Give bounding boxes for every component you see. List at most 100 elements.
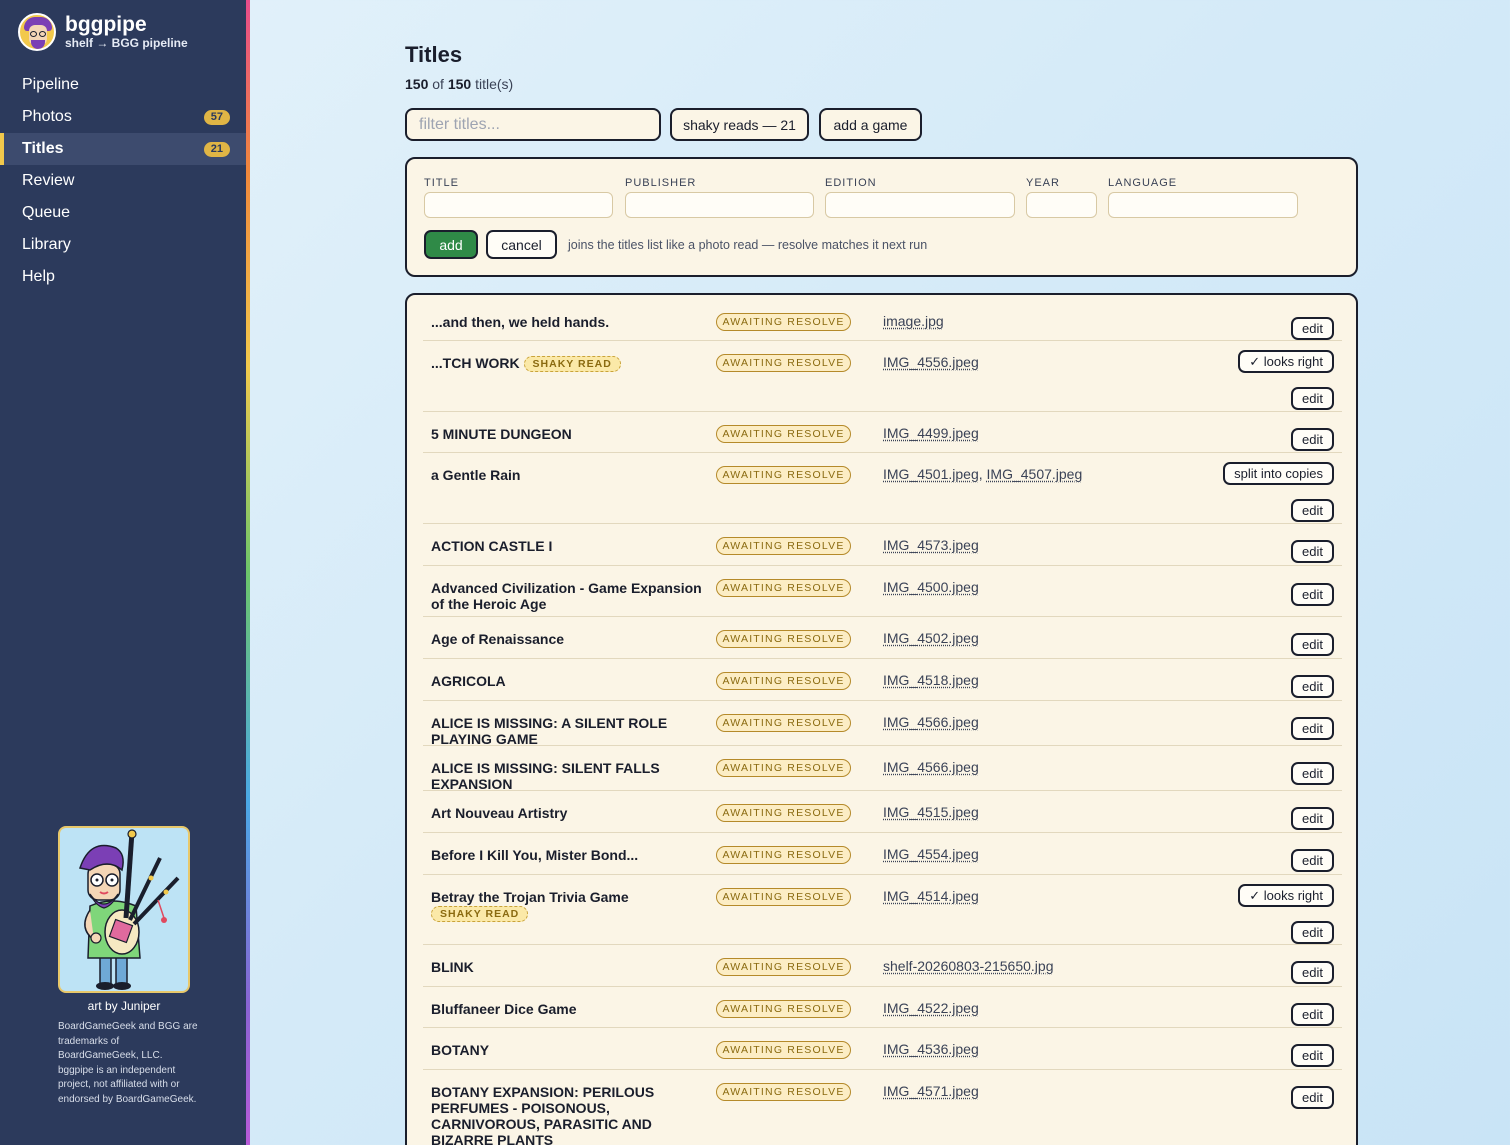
- photo-file-link[interactable]: IMG_4515.jpeg: [883, 804, 979, 820]
- cancel-button[interactable]: cancel: [486, 230, 557, 259]
- sidebar-item-label: Pipeline: [22, 76, 79, 93]
- photo-file-link[interactable]: image.jpg: [883, 313, 944, 329]
- sidebar-item-titles[interactable]: Titles 21: [0, 133, 246, 165]
- photo-file-link[interactable]: IMG_4566.jpeg: [883, 714, 979, 730]
- photo-file-link[interactable]: IMG_4566.jpeg: [883, 759, 979, 775]
- count-shown: 150: [405, 76, 429, 92]
- bagpiper-illustration: [79, 829, 180, 990]
- publisher-field[interactable]: [625, 192, 814, 218]
- edition-field[interactable]: [825, 192, 1015, 218]
- row-title: Bluffaneer Dice Game: [431, 1001, 706, 1017]
- looks-right-button[interactable]: ✓ looks right: [1238, 884, 1334, 907]
- trademark-notice: BoardGameGeek and BGG are trademarks of …: [58, 1021, 198, 1105]
- photo-file-link[interactable]: shelf-20260803-215650.jpg: [883, 958, 1053, 974]
- table-row: Betray the Trojan Trivia Game SHAKY READ A…: [423, 875, 1342, 945]
- titles-list: ...and then, we held hands. AWAITING RESO…: [405, 293, 1358, 1145]
- title-text: a Gentle Rain: [431, 467, 521, 483]
- sidebar-item-pipeline[interactable]: Pipeline: [0, 69, 246, 101]
- sidebar-item-label: Review: [22, 172, 75, 189]
- edit-button[interactable]: edit: [1291, 499, 1334, 522]
- photo-file-link[interactable]: IMG_4522.jpeg: [883, 1000, 979, 1016]
- photo-file-link[interactable]: IMG_4502.jpeg: [883, 630, 979, 646]
- rainbow-divider: [246, 0, 250, 1145]
- edit-button[interactable]: edit: [1291, 633, 1334, 656]
- row-title: ALICE IS MISSING: SILENT FALLS EXPANSION: [431, 760, 706, 792]
- table-row: ...and then, we held hands. AWAITING RESO…: [423, 300, 1342, 341]
- sidebar-item-queue[interactable]: Queue: [0, 197, 246, 229]
- title-text: Bluffaneer Dice Game: [431, 1001, 577, 1017]
- photo-file-link[interactable]: IMG_4536.jpeg: [883, 1041, 979, 1057]
- table-row: Bluffaneer Dice Game AWAITING RESOLVE IMG_…: [423, 987, 1342, 1028]
- photo-file-link[interactable]: IMG_4499.jpeg: [883, 425, 979, 441]
- title-field[interactable]: [424, 192, 613, 218]
- row-title: 5 MINUTE DUNGEON: [431, 426, 706, 442]
- page-title: Titles: [405, 42, 463, 67]
- sidebar-item-review[interactable]: Review: [0, 165, 246, 197]
- photo-file-link[interactable]: IMG_4571.jpeg: [883, 1083, 979, 1099]
- edit-button[interactable]: edit: [1291, 961, 1334, 984]
- title-text: ACTION CASTLE I: [431, 538, 553, 554]
- sidebar-item-photos[interactable]: Photos 57: [0, 101, 246, 133]
- title-text: Age of Renaissance: [431, 631, 565, 647]
- row-title: ...and then, we held hands.: [431, 314, 706, 330]
- looks-right-button[interactable]: ✓ looks right: [1238, 350, 1334, 373]
- filter-titles-input[interactable]: [405, 108, 661, 141]
- title-text: 5 MINUTE DUNGEON: [431, 426, 572, 442]
- edit-button[interactable]: edit: [1291, 717, 1334, 740]
- edit-button[interactable]: edit: [1291, 921, 1334, 944]
- photo-file-link[interactable]: IMG_4501.jpeg: [883, 466, 979, 482]
- edit-button[interactable]: edit: [1291, 540, 1334, 563]
- row-files: IMG_4501.jpeg, IMG_4507.jpeg: [883, 466, 1083, 482]
- table-row: 5 MINUTE DUNGEON AWAITING RESOLVE IMG_4499…: [423, 412, 1342, 453]
- photo-file-link[interactable]: IMG_4518.jpeg: [883, 672, 979, 688]
- shaky-reads-button[interactable]: shaky reads — 21: [670, 108, 809, 141]
- status-badge: AWAITING RESOLVE: [716, 537, 851, 555]
- split-into-copies-button[interactable]: split into copies: [1223, 462, 1334, 485]
- avatar: [18, 13, 56, 51]
- status-badge: AWAITING RESOLVE: [716, 1083, 851, 1101]
- photo-file-link[interactable]: IMG_4573.jpeg: [883, 537, 979, 553]
- add-game-button[interactable]: add a game: [819, 108, 922, 141]
- art-credit: art by Juniper: [87, 999, 161, 1013]
- edit-button[interactable]: edit: [1291, 583, 1334, 606]
- edit-button[interactable]: edit: [1291, 849, 1334, 872]
- row-files: IMG_4573.jpeg: [883, 537, 979, 553]
- row-files: IMG_4514.jpeg: [883, 888, 979, 904]
- title-text: ALICE IS MISSING: A SILENT ROLE PLAYING …: [431, 715, 668, 747]
- language-field[interactable]: [1108, 192, 1298, 218]
- row-files: IMG_4499.jpeg: [883, 425, 979, 441]
- shaky-read-badge: SHAKY READ: [523, 356, 621, 372]
- app-name: bggpipe: [65, 13, 147, 36]
- status-badge: AWAITING RESOLVE: [716, 630, 851, 648]
- photo-file-link[interactable]: IMG_4500.jpeg: [883, 579, 979, 595]
- year-field[interactable]: [1026, 192, 1097, 218]
- edit-button[interactable]: edit: [1291, 387, 1334, 410]
- edit-button[interactable]: edit: [1291, 1044, 1334, 1067]
- row-title: BOTANY: [431, 1042, 706, 1058]
- edit-button[interactable]: edit: [1291, 1003, 1334, 1026]
- add-game-form: TITLE PUBLISHER EDITION YEAR LANGUAGE ad…: [405, 157, 1358, 277]
- edit-button[interactable]: edit: [1291, 428, 1334, 451]
- table-row: Advanced Civilization - Game Expansion o…: [423, 566, 1342, 617]
- sidebar-item-label: Queue: [22, 204, 71, 221]
- photo-file-link[interactable]: IMG_4556.jpeg: [883, 354, 979, 370]
- photo-file-link[interactable]: IMG_4507.jpeg: [987, 466, 1083, 482]
- edit-button[interactable]: edit: [1291, 1086, 1334, 1109]
- edit-button[interactable]: edit: [1291, 317, 1334, 340]
- photo-file-link[interactable]: IMG_4554.jpeg: [883, 846, 979, 862]
- count-of: of: [432, 76, 444, 92]
- photo-file-link[interactable]: IMG_4514.jpeg: [883, 888, 979, 904]
- sidebar-item-help[interactable]: Help: [0, 261, 246, 293]
- edit-button[interactable]: edit: [1291, 762, 1334, 785]
- sidebar-item-library[interactable]: Library: [0, 229, 246, 261]
- row-files: IMG_4518.jpeg: [883, 672, 979, 688]
- status-badge: AWAITING RESOLVE: [716, 425, 851, 443]
- sidebar-item-label: Library: [22, 236, 71, 253]
- title-text: ALICE IS MISSING: SILENT FALLS EXPANSION: [431, 760, 660, 792]
- edit-button[interactable]: edit: [1291, 675, 1334, 698]
- publisher-field-label: PUBLISHER: [625, 177, 697, 189]
- brand[interactable]: bggpipe shelf → BGG pipeline: [18, 13, 188, 51]
- app-subtitle: shelf → BGG pipeline: [65, 36, 188, 50]
- edit-button[interactable]: edit: [1291, 807, 1334, 830]
- add-button[interactable]: add: [424, 230, 478, 259]
